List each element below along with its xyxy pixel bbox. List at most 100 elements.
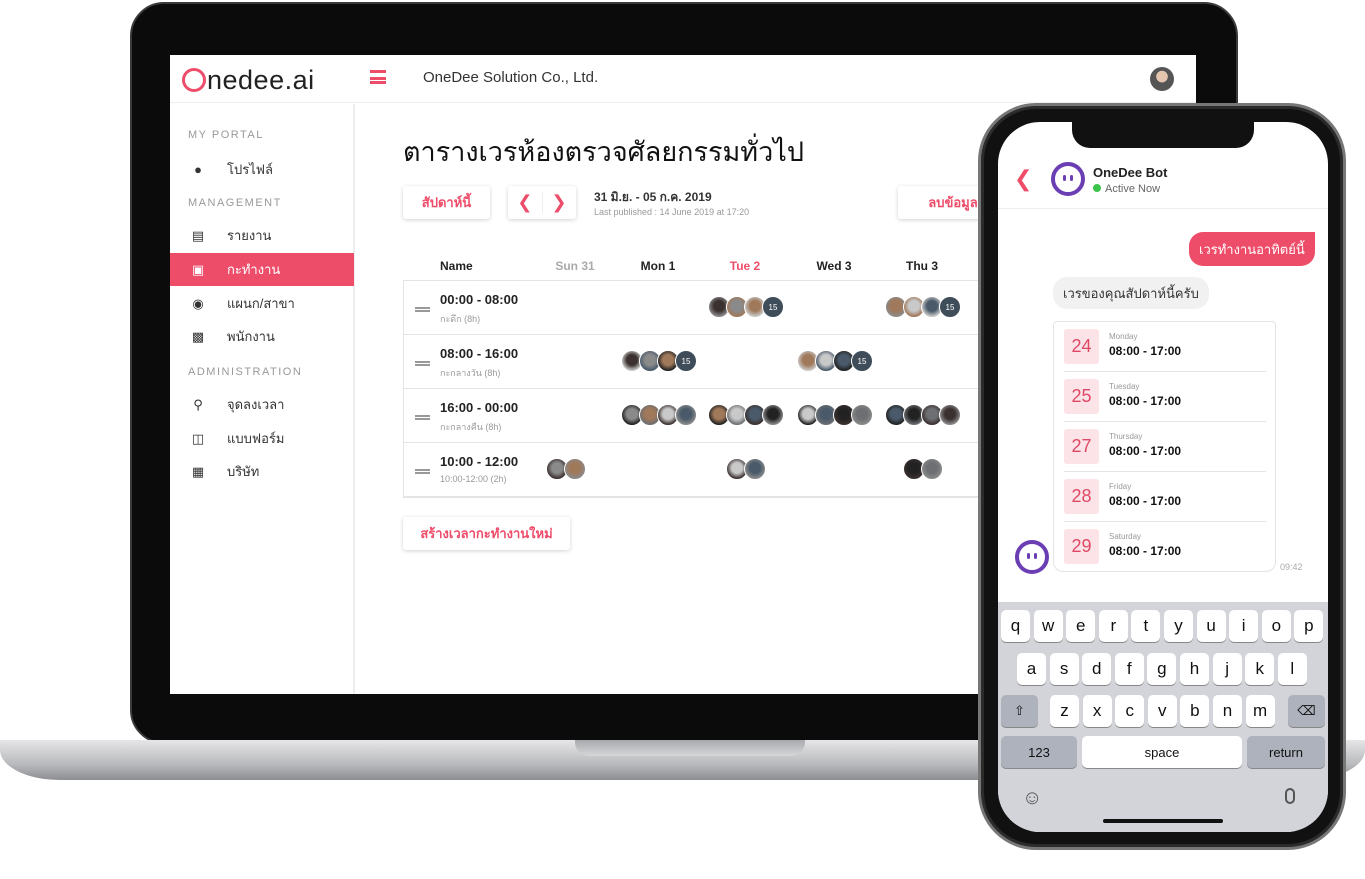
home-indicator[interactable] — [1103, 819, 1223, 823]
staff-avatar[interactable] — [564, 458, 586, 480]
key-d[interactable]: d — [1082, 653, 1112, 685]
key-c[interactable]: c — [1115, 695, 1145, 727]
staff-avatar[interactable] — [921, 458, 943, 480]
key-g[interactable]: g — [1147, 653, 1177, 685]
key-o[interactable]: o — [1261, 610, 1291, 642]
key-x[interactable]: x — [1082, 695, 1112, 727]
key-i[interactable]: i — [1229, 610, 1259, 642]
drag-handle-icon[interactable] — [415, 469, 430, 474]
staff-avatar[interactable] — [939, 404, 961, 426]
key-l[interactable]: l — [1277, 653, 1307, 685]
column-header[interactable]: Wed 3 — [816, 259, 851, 273]
bot-message: เวรของคุณสัปดาห์นี้ครับ — [1053, 277, 1209, 309]
shift-time: 08:00 - 17:00 — [1109, 444, 1182, 458]
more-count-badge[interactable]: 15 — [762, 296, 784, 318]
key-k[interactable]: k — [1245, 653, 1275, 685]
column-header[interactable]: Sun 31 — [555, 259, 594, 273]
building-icon: ▦ — [191, 463, 205, 479]
menu-icon[interactable] — [370, 70, 386, 84]
prev-week-icon[interactable]: ❮ — [508, 192, 543, 213]
page-title: ตารางเวรห้องตรวจศัลยกรรมทั่วไป — [403, 137, 804, 167]
shift-entry[interactable]: 24 Monday 08:00 - 17:00 — [1064, 322, 1266, 372]
shift-day-name: Tuesday — [1109, 382, 1140, 391]
key-u[interactable]: u — [1196, 610, 1226, 642]
backspace-key-icon[interactable]: ⌫ — [1288, 695, 1325, 727]
section-label: MY PORTAL — [188, 129, 264, 141]
key-f[interactable]: f — [1114, 653, 1144, 685]
key-y[interactable]: y — [1164, 610, 1193, 642]
key-q[interactable]: q — [1001, 610, 1030, 642]
emoji-icon[interactable]: ☺ — [1022, 787, 1042, 810]
sidebar: MY PORTAL MANAGEMENT ADMINISTRATION ● โปร… — [170, 104, 355, 694]
more-count-badge[interactable]: 15 — [851, 350, 873, 372]
logo[interactable]: nedee.ai — [182, 65, 315, 96]
sidebar-item[interactable]: ● โปรไฟล์ — [170, 153, 354, 186]
key-n[interactable]: n — [1213, 695, 1242, 727]
date-range: 31 มิ.ย. - 05 ก.ค. 2019 — [594, 190, 712, 204]
key-z[interactable]: z — [1050, 695, 1079, 727]
sidebar-item[interactable]: ▩ พนักงาน — [170, 320, 354, 353]
column-header[interactable]: Tue 2 — [730, 259, 760, 273]
drag-handle-icon[interactable] — [415, 307, 430, 312]
space-key[interactable]: space — [1082, 736, 1242, 768]
sidebar-item[interactable]: ◫ แบบฟอร์ม — [170, 422, 354, 455]
drag-handle-icon[interactable] — [415, 361, 430, 366]
sidebar-item[interactable]: ▤ รายงาน — [170, 219, 354, 252]
key-s[interactable]: s — [1049, 653, 1079, 685]
return-key[interactable]: return — [1247, 736, 1325, 768]
shift-entry[interactable]: 29 Saturday 08:00 - 17:00 — [1064, 522, 1266, 572]
phone-notch — [1072, 122, 1254, 148]
key-v[interactable]: v — [1147, 695, 1177, 727]
staff-avatar[interactable] — [762, 404, 784, 426]
section-label: MANAGEMENT — [188, 197, 282, 209]
key-b[interactable]: b — [1180, 695, 1210, 727]
numbers-key[interactable]: 123 — [1001, 736, 1077, 768]
key-a[interactable]: a — [1017, 653, 1046, 685]
key-h[interactable]: h — [1180, 653, 1209, 685]
shift-time: 08:00 - 17:00 — [1109, 494, 1182, 508]
key-p[interactable]: p — [1294, 610, 1324, 642]
back-icon[interactable]: ❮ — [1014, 166, 1032, 192]
document-icon: ▤ — [191, 227, 205, 243]
column-header[interactable]: Thu 3 — [906, 259, 938, 273]
shift-entry[interactable]: 28 Friday 08:00 - 17:00 — [1064, 472, 1266, 522]
shift-day-number: 28 — [1064, 479, 1099, 514]
shift-entry[interactable]: 25 Tuesday 08:00 - 17:00 — [1064, 372, 1266, 422]
column-header[interactable]: Name — [440, 259, 473, 273]
key-r[interactable]: r — [1098, 610, 1128, 642]
sidebar-item-label: รายงาน — [227, 228, 272, 243]
staff-avatar[interactable] — [675, 404, 697, 426]
create-shift-button[interactable]: สร้างเวลากะทำงานใหม่ — [403, 517, 570, 550]
avatar-group — [621, 404, 697, 426]
bot-avatar-small — [1015, 540, 1049, 574]
staff-avatar[interactable] — [851, 404, 873, 426]
drag-handle-icon[interactable] — [415, 415, 430, 420]
staff-avatar[interactable] — [744, 458, 766, 480]
shift-key-icon[interactable]: ⇧ — [1001, 695, 1038, 727]
shift-label: กะดึก (8h) — [440, 314, 481, 324]
sidebar-item[interactable]: ◉ แผนก/สาขา — [170, 287, 354, 320]
logo-face-icon — [182, 68, 206, 92]
sidebar-item[interactable]: ▦ บริษัท — [170, 455, 354, 488]
key-w[interactable]: w — [1033, 610, 1063, 642]
shift-day-number: 24 — [1064, 329, 1099, 364]
shift-label: กะกลางวัน (8h) — [440, 368, 501, 378]
shift-entry[interactable]: 27 Thursday 08:00 - 17:00 — [1064, 422, 1266, 472]
key-m[interactable]: m — [1245, 695, 1275, 727]
next-week-icon[interactable]: ❯ — [543, 192, 576, 213]
more-count-badge[interactable]: 15 — [675, 350, 697, 372]
column-header[interactable]: Mon 1 — [641, 259, 676, 273]
shift-day-number: 29 — [1064, 529, 1099, 564]
sidebar-item[interactable]: ⚲ จุดลงเวลา — [170, 388, 354, 421]
more-count-badge[interactable]: 15 — [939, 296, 961, 318]
this-week-button[interactable]: สัปดาห์นี้ — [403, 186, 490, 219]
key-j[interactable]: j — [1212, 653, 1242, 685]
key-e[interactable]: e — [1066, 610, 1096, 642]
user-avatar[interactable] — [1150, 67, 1174, 91]
shift-time: 00:00 - 08:00 — [440, 292, 519, 307]
sidebar-item[interactable]: ▣ กะทำงาน — [170, 253, 354, 286]
microphone-icon[interactable] — [1285, 788, 1295, 804]
bot-avatar — [1051, 162, 1085, 196]
key-t[interactable]: t — [1131, 610, 1161, 642]
keyboard: q w e r t y u i o p a s d f g h j k l ⇧ z x c v b n m ⌫ 123 space retu… — [998, 602, 1328, 832]
